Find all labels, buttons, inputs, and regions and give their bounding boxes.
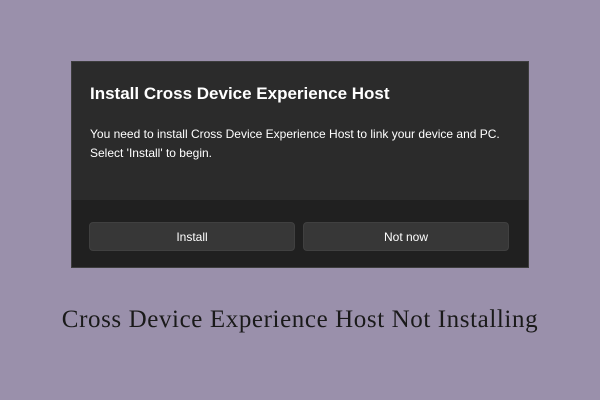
dialog-message-line-2: Select 'Install' to begin. [90,146,212,160]
install-dialog: Install Cross Device Experience Host You… [71,61,529,268]
dialog-footer: Install Not now [72,200,528,267]
article-caption: Cross Device Experience Host Not Install… [61,306,539,333]
not-now-button[interactable]: Not now [303,222,509,251]
install-button[interactable]: Install [89,222,295,251]
dialog-message: You need to install Cross Device Experie… [90,125,515,163]
dialog-message-line-1: You need to install Cross Device Experie… [90,127,500,141]
dialog-title: Install Cross Device Experience Host [90,84,390,103]
